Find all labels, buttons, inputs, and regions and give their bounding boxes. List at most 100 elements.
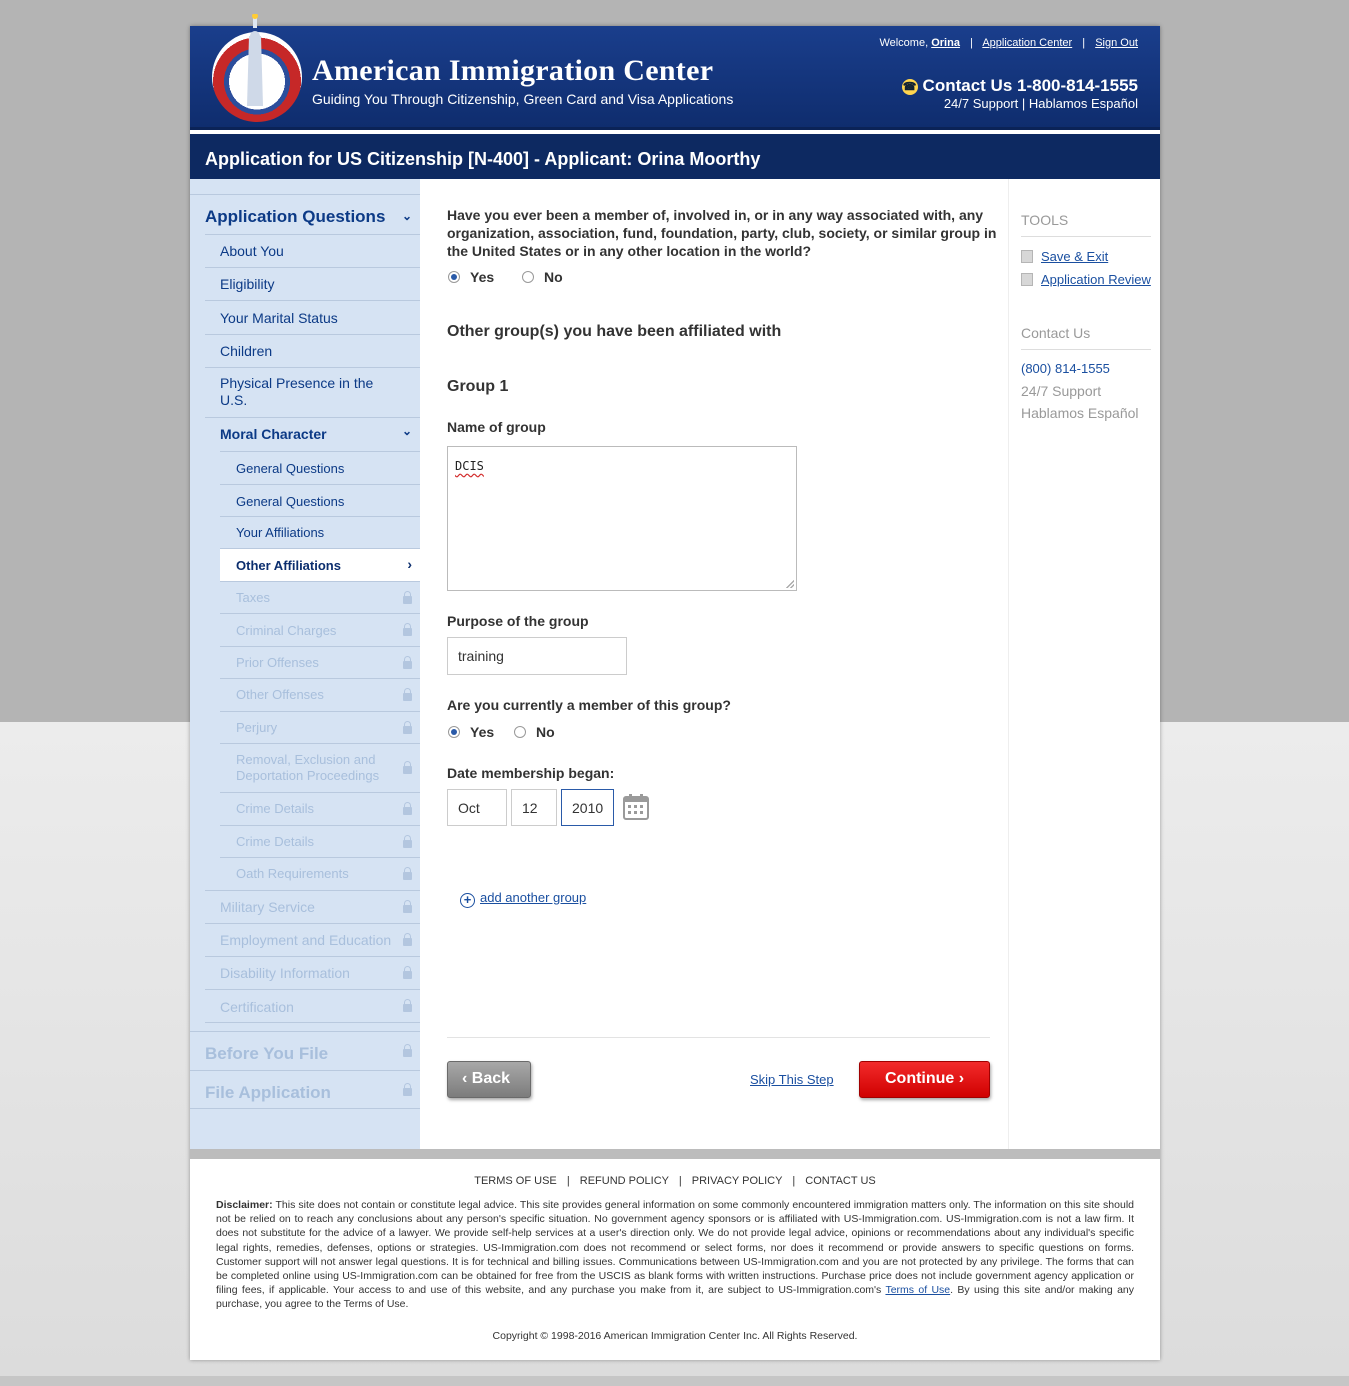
sidebar-item-about-you[interactable]: About You: [205, 234, 420, 267]
military-label: Military Service: [220, 899, 315, 915]
sidebar-item-eligibility[interactable]: Eligibility: [205, 267, 420, 300]
sign-out-link[interactable]: Sign Out: [1095, 37, 1138, 49]
purpose-input[interactable]: training: [447, 637, 627, 675]
footer-bar: [190, 1149, 1160, 1159]
sidebar-nav: Application Questions ⌄ About You Eligib…: [190, 179, 420, 1149]
sidebar-item-other-offenses: Other Offenses: [220, 678, 420, 711]
radio-button-checked[interactable]: [448, 726, 460, 738]
section-title: Other group(s) you have been affiliated …: [447, 323, 782, 340]
name-of-group-textarea[interactable]: DCIS: [447, 446, 797, 591]
page-title: Application for US Citizenship [N-400] -…: [190, 134, 1160, 179]
sidebar-item-removal: Removal, Exclusion and Deportation Proce…: [220, 743, 420, 792]
welcome-label: Welcome,: [879, 37, 929, 49]
lock-icon: [403, 761, 412, 774]
statue-of-liberty-icon: [247, 14, 263, 106]
tools-heading: TOOLS: [1021, 212, 1151, 237]
yes-label: Yes: [470, 269, 495, 285]
header-contact-text: Contact Us 1-800-814-1555: [922, 76, 1138, 95]
lock-icon: [403, 933, 412, 946]
application-center-link[interactable]: Application Center: [982, 37, 1072, 49]
sidebar-item-crime-details-1: Crime Details: [220, 792, 420, 825]
sidebar-item-children[interactable]: Children: [205, 334, 420, 367]
date-year-input[interactable]: 2010: [561, 789, 614, 826]
lock-icon: [403, 966, 412, 979]
sidebar-item-general-questions-2[interactable]: General Questions: [220, 484, 420, 516]
q1-no-option[interactable]: No: [522, 269, 563, 285]
employment-label: Employment and Education: [220, 932, 392, 948]
privacy-link[interactable]: PRIVACY POLICY: [692, 1175, 782, 1187]
refund-link[interactable]: REFUND POLICY: [580, 1175, 669, 1187]
back-button[interactable]: ‹ Back: [447, 1061, 531, 1098]
affiliation-question: Have you ever been a member of, involved…: [447, 207, 997, 259]
chevron-down-icon: ⌄: [401, 209, 412, 223]
edit-icon: [1021, 273, 1033, 286]
user-links: Welcome, Orina | Application Center | Si…: [879, 37, 1138, 49]
terms-of-use-link[interactable]: Terms of Use: [885, 1284, 950, 1296]
sidebar-item-certification: Certification: [205, 989, 420, 1023]
sidebar-item-general-questions-1[interactable]: General Questions: [220, 451, 420, 484]
oath-label: Oath Requirements: [236, 866, 349, 881]
header-contact: ☎ Contact Us 1-800-814-1555: [901, 76, 1138, 96]
sidebar-section-file-application: File Application: [190, 1070, 420, 1109]
before-you-file-label: Before You File: [205, 1044, 329, 1063]
other-affiliations-label: Other Affiliations: [236, 558, 341, 573]
add-another-group-link[interactable]: + add another group: [460, 890, 586, 908]
sidebar-item-crime-details-2: Crime Details: [220, 825, 420, 857]
lock-icon: [403, 802, 412, 815]
sidebar-item-prior-offenses: Prior Offenses: [220, 646, 420, 678]
disclaimer-text: This site does not contain or constitute…: [216, 1199, 1134, 1297]
sidebar-item-marital-status[interactable]: Your Marital Status: [205, 300, 420, 334]
page-container: American Immigration Center Guiding You …: [190, 14, 1160, 1360]
chevron-down-icon: ⌄: [401, 424, 412, 438]
save-exit-item[interactable]: Save & Exit: [1021, 249, 1108, 264]
q1-yes-option[interactable]: Yes: [448, 269, 494, 285]
calendar-icon[interactable]: [623, 793, 649, 820]
sidebar-item-other-affiliations[interactable]: Other Affiliations ›: [220, 548, 420, 581]
radio-button[interactable]: [514, 726, 526, 738]
radio-button-checked[interactable]: [448, 271, 460, 283]
prior-offenses-label: Prior Offenses: [236, 655, 319, 670]
brand-name[interactable]: American Immigration Center: [312, 54, 713, 88]
logo-seal: [212, 14, 302, 122]
member-no-option[interactable]: No: [514, 724, 555, 740]
continue-button[interactable]: Continue ›: [859, 1061, 990, 1098]
sidebar-item-moral-character[interactable]: Moral Character ⌄: [205, 417, 420, 451]
header-support: 24/7 Support | Hablamos Español: [943, 96, 1138, 111]
crime-details-label: Crime Details: [236, 801, 315, 816]
lock-icon: [403, 591, 412, 604]
lock-icon: [403, 867, 412, 880]
current-member-label: Are you currently a member of this group…: [447, 697, 731, 713]
skip-step-link[interactable]: Skip This Step: [750, 1072, 834, 1087]
add-group-text[interactable]: add another group: [480, 890, 586, 905]
application-review-link[interactable]: Application Review: [1041, 272, 1151, 287]
perjury-label: Perjury: [236, 720, 278, 735]
certification-label: Certification: [220, 999, 294, 1015]
sidebar-item-physical-presence[interactable]: Physical Presence in the U.S.: [205, 367, 420, 417]
date-month-input[interactable]: Oct: [447, 789, 507, 826]
rail-support: 24/7 Support: [1021, 383, 1102, 399]
member-yes-option[interactable]: Yes: [448, 724, 494, 740]
date-day-input[interactable]: 12: [511, 789, 557, 826]
lock-icon: [403, 1083, 412, 1096]
save-exit-link[interactable]: Save & Exit: [1041, 249, 1108, 264]
copyright: Copyright © 1998-2016 American Immigrati…: [492, 1330, 858, 1342]
lock-icon: [403, 688, 412, 701]
radio-button[interactable]: [522, 271, 534, 283]
sidebar-section-application-questions[interactable]: Application Questions ⌄: [190, 194, 420, 234]
application-review-item[interactable]: Application Review: [1021, 272, 1151, 287]
resize-grip-icon[interactable]: [786, 580, 794, 588]
sidebar-section-before-you-file: Before You File: [190, 1031, 420, 1070]
rail-phone[interactable]: (800) 814-1555: [1021, 361, 1110, 376]
criminal-charges-label: Criminal Charges: [236, 623, 337, 638]
disclaimer-label: Disclaimer:: [216, 1199, 273, 1211]
sidebar-item-disability: Disability Information: [205, 956, 420, 989]
terms-link[interactable]: TERMS OF USE: [474, 1175, 557, 1187]
yes-label: Yes: [470, 724, 495, 740]
crime-details-label: Crime Details: [236, 834, 315, 849]
sidebar-item-criminal-charges: Criminal Charges: [220, 613, 420, 646]
disclaimer: Disclaimer: This site does not contain o…: [216, 1198, 1134, 1312]
lock-icon: [403, 656, 412, 669]
user-name-link[interactable]: Orina: [931, 37, 960, 49]
sidebar-item-your-affiliations[interactable]: Your Affiliations: [220, 516, 420, 548]
contact-link[interactable]: CONTACT US: [805, 1175, 876, 1187]
